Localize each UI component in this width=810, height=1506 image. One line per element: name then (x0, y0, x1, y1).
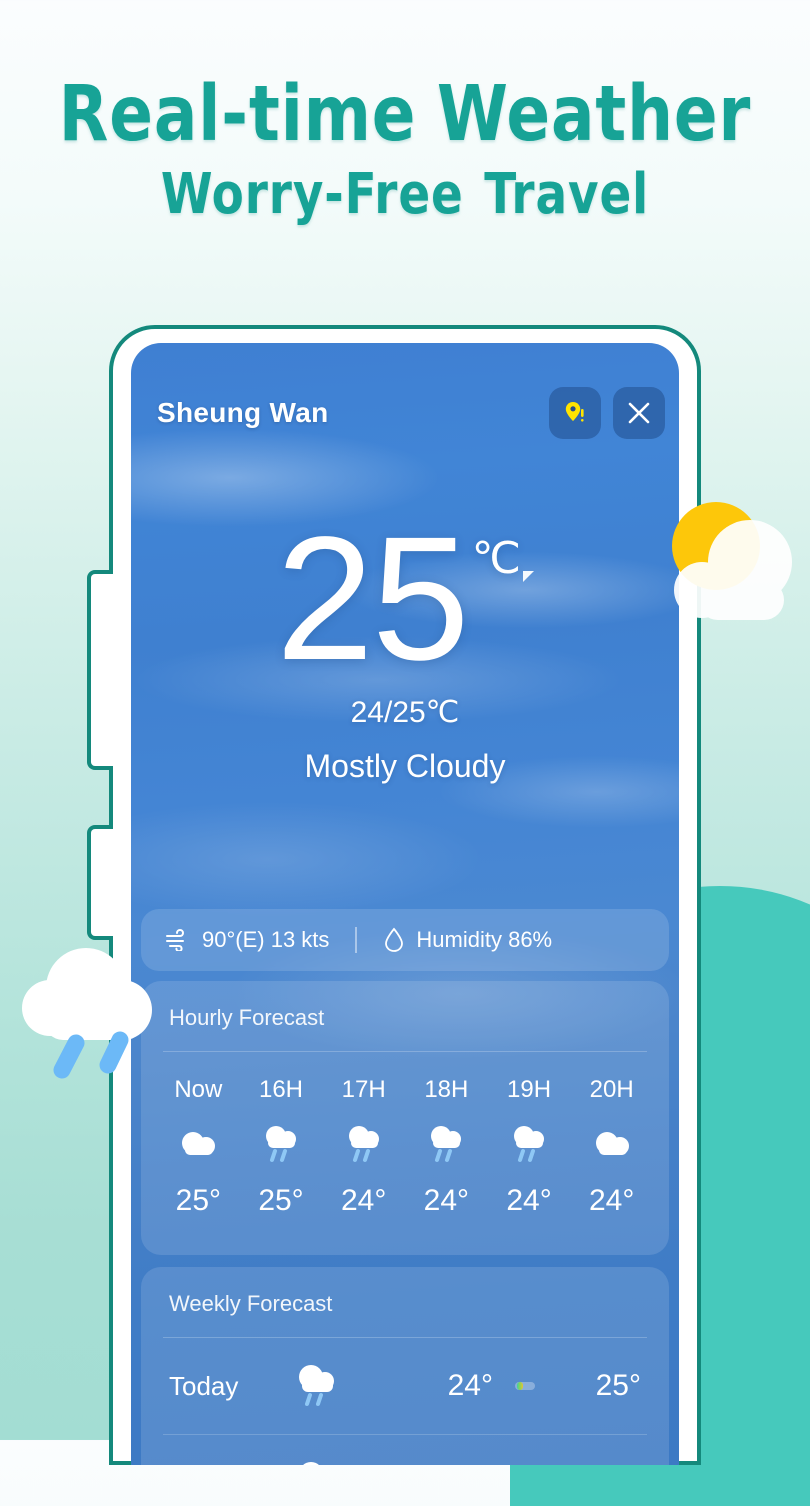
hourly-item[interactable]: 19H 24° (488, 1076, 571, 1218)
wind-item: 90°(E) 13 kts (165, 927, 329, 953)
caret-icon (523, 571, 535, 582)
hourly-temp: 24° (423, 1184, 470, 1217)
page-headline: Real-time Weather Worry-Free Travel (0, 72, 810, 228)
hourly-temp: 24° (589, 1184, 635, 1217)
hourly-item[interactable]: 18H 24° (405, 1076, 488, 1218)
header-actions (549, 387, 665, 439)
app-header: Sheung Wan (157, 387, 665, 439)
temperature-unit: ℃ (471, 534, 522, 583)
headline-word-weather: Weather (436, 70, 752, 159)
rain-cloud-icon (405, 1116, 488, 1174)
current-temperature-row: 25 ℃ (275, 501, 535, 697)
hourly-forecast-card[interactable]: Hourly Forecast Now 25° 16H 25° 17H 24° … (141, 981, 669, 1255)
hourly-temp: 25° (175, 1184, 222, 1217)
weather-condition: Mostly Cloudy (304, 748, 506, 784)
headline-line-1: Real-time Weather (28, 72, 781, 158)
rain-cloud-decoration-icon (22, 948, 152, 1079)
hourly-label: 20H (589, 1076, 634, 1103)
phone-power-button[interactable] (87, 825, 113, 940)
hourly-grid: Now 25° 16H 25° 17H 24° 18H 24° 19H 24° … (141, 1052, 669, 1218)
rain-cloud-icon (488, 1116, 571, 1174)
weekly-high: 25° (595, 1369, 641, 1402)
rain-cloud-icon (322, 1116, 405, 1174)
current-conditions: 25 ℃ 24/25℃ Mostly Cloudy (131, 501, 679, 785)
headline-word-travel: Travel (484, 162, 650, 227)
current-temperature: 25 (275, 501, 470, 697)
hourly-forecast-title: Hourly Forecast (169, 1005, 325, 1030)
rain-cloud-decoration (14, 940, 184, 1085)
hourly-label: 17H (341, 1076, 386, 1103)
sun-behind-cloud-icon (672, 502, 792, 620)
cloudy-icon (157, 1116, 240, 1174)
cloudy-icon (570, 1116, 653, 1174)
headline-word-realtime: Real-time (58, 70, 417, 159)
hourly-item[interactable]: 16H 25° (240, 1076, 323, 1218)
weekly-range-bar (515, 1382, 535, 1390)
location-pin-alert-button[interactable] (549, 387, 601, 439)
hourly-item[interactable]: 20H 24° (570, 1076, 653, 1218)
hourly-item[interactable]: Now 25° (157, 1076, 240, 1218)
meta-divider (355, 927, 358, 953)
humidity-drop-icon (385, 927, 404, 952)
humidity-item: Humidity 86% (383, 927, 552, 953)
weekly-row[interactable]: Today 24° 25° (141, 1338, 669, 1434)
weekly-forecast-card[interactable]: Weekly Forecast Today 24° 25° Wed 23° (141, 1267, 669, 1465)
weekly-low: 24° (447, 1369, 493, 1402)
humidity-value: Humidity 86% (416, 927, 553, 952)
weekly-forecast-title: Weekly Forecast (169, 1291, 333, 1316)
hourly-label: 19H (507, 1076, 552, 1103)
conditions-meta-bar: 90°(E) 13 kts Humidity 86% (141, 909, 669, 971)
phone-mockup: Sheung Wan 25 ℃ 24/25℃ Mostly Cloudy 90°… (87, 325, 701, 1465)
rain-cloud-icon (289, 1458, 409, 1465)
sun-behind-cloud-decoration (658, 498, 806, 628)
hourly-temp: 24° (340, 1184, 387, 1217)
rain-cloud-icon (289, 1361, 409, 1411)
wind-value: 90°(E) 13 kts (202, 927, 330, 952)
weekly-day: Today (169, 1370, 239, 1401)
high-low-temperature: 24/25℃ (350, 696, 460, 729)
hourly-temp: 24° (506, 1184, 552, 1217)
city-name: Sheung Wan (157, 397, 329, 428)
headline-line-2: Worry-Free Travel (28, 162, 781, 228)
hourly-label: 18H (424, 1076, 469, 1103)
location-pin-alert-icon (565, 402, 584, 422)
close-button[interactable] (613, 387, 665, 439)
phone-volume-button[interactable] (87, 570, 113, 770)
hourly-temp: 25° (258, 1184, 304, 1217)
phone-screen: Sheung Wan 25 ℃ 24/25℃ Mostly Cloudy 90°… (131, 343, 679, 1465)
close-icon (628, 402, 650, 424)
hourly-item[interactable]: 17H 24° (322, 1076, 405, 1218)
headline-word-worryfree: Worry-Free (160, 162, 464, 227)
rain-cloud-icon (240, 1116, 323, 1174)
hourly-label: 16H (258, 1076, 304, 1103)
